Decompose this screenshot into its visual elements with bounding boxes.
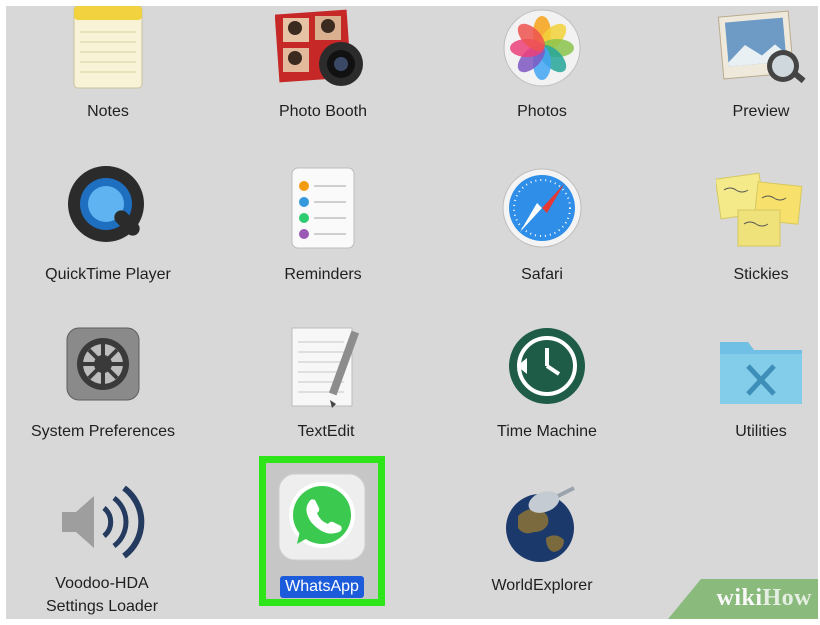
app-label: Notes [87,103,129,120]
wikihow-watermark: wikiHow [668,579,818,619]
app-textedit[interactable]: TextEdit [226,322,426,452]
app-label-line1: Voodoo-HDA [55,575,149,592]
app-worldexplorer[interactable]: WorldExplorer [442,480,642,619]
app-photo-booth[interactable]: Photo Booth [223,6,423,136]
globe-icon [506,486,575,562]
utilities-folder-icon [720,342,802,404]
stickies-icon [716,172,803,247]
app-safari[interactable]: Safari [442,164,642,294]
app-time-machine[interactable]: Time Machine [447,322,647,452]
app-voodoo-hda-settings-loader[interactable]: Voodoo-HDA Settings Loader [6,480,202,619]
textedit-icon [291,327,360,408]
reminders-icon [291,167,355,249]
whatsapp-icon [278,473,366,561]
app-label: Photo Booth [278,103,368,120]
app-label: TextEdit [297,423,355,440]
app-label: Stickies [733,266,789,283]
preview-icon [717,10,806,84]
notes-icon [73,6,143,89]
app-label: Time Machine [497,423,597,440]
app-label: Preview [732,103,790,120]
app-reminders[interactable]: Reminders [223,164,423,294]
watermark-how: How [762,585,812,611]
system-preferences-gear-icon [66,327,140,401]
app-label: Utilities [735,423,787,440]
app-photos[interactable]: Photos [442,6,642,136]
app-label: WorldExplorer [491,577,593,594]
app-label: System Preferences [30,423,176,440]
app-whatsapp[interactable]: WhatsApp [222,464,422,604]
watermark-wiki: wiki [716,585,763,611]
quicktime-icon [68,166,144,242]
app-label: QuickTime Player [45,266,171,283]
app-label: Reminders [284,266,362,283]
app-label: Safari [521,266,563,283]
app-notes[interactable]: Notes [8,6,208,136]
app-stickies[interactable]: Stickies [661,164,818,294]
photos-icon [503,9,581,87]
app-utilities[interactable]: Utilities [661,322,818,452]
app-system-preferences[interactable]: System Preferences [6,322,203,452]
app-label-line2: Settings Loader [45,598,159,615]
safari-compass-icon [502,168,582,248]
app-preview[interactable]: Preview [661,6,818,136]
app-label: Photos [517,103,567,120]
applications-grid: Notes Photo Booth Photos Preview QuickTi… [6,6,818,619]
app-quicktime-player[interactable]: QuickTime Player [8,164,208,294]
selected-app-label: WhatsApp [280,576,364,598]
speaker-volume-icon [62,485,145,559]
time-machine-clock-icon [509,328,585,404]
app-label: WhatsApp [222,576,422,598]
photo-booth-icon [275,9,363,86]
screenshot: Notes Photo Booth Photos Preview QuickTi… [0,0,820,625]
